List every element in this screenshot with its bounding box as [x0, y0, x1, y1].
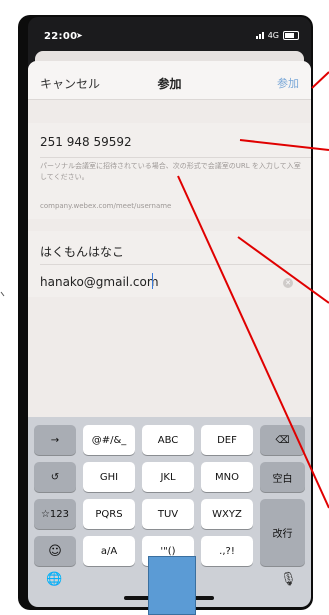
key-symbols[interactable]: @#/&_	[83, 425, 135, 455]
meeting-hint: パーソナル会議室に招待されている場合、次の形式で会議室のURL を入力して入室し…	[40, 162, 301, 181]
key-case[interactable]: a/A	[83, 536, 135, 566]
meeting-number-section: 251 948 59592 パーソナル会議室に招待されている場合、次の形式で会議…	[28, 123, 311, 219]
battery-icon	[283, 31, 299, 40]
signal-icon	[255, 32, 264, 39]
network-label: 4G	[267, 31, 279, 40]
status-time: 22:00	[44, 31, 78, 42]
key-emoji[interactable]: ☺	[34, 536, 76, 566]
divider	[40, 157, 311, 158]
key-numbers[interactable]: ☆123	[34, 499, 76, 529]
key-undo[interactable]: ↺	[34, 462, 76, 492]
phone-screen: 22:00 ➤ 4G キャンセル 参加 参加 251 948 59592 パーソ…	[28, 17, 311, 607]
meeting-number-input[interactable]: 251 948 59592	[40, 135, 132, 149]
phone-frame: 22:00 ➤ 4G キャンセル 参加 参加 251 948 59592 パーソ…	[18, 15, 313, 610]
key-space[interactable]: 空白	[260, 462, 305, 492]
join-button[interactable]: 参加	[277, 75, 299, 91]
key-return[interactable]: 改行	[260, 499, 305, 566]
page-title: 参加	[157, 77, 182, 91]
key-wxyz[interactable]: WXYZ	[201, 499, 253, 529]
url-format-hint: company.webex.com/meet/username	[40, 202, 172, 210]
email-input[interactable]: hanako@gmail.com	[40, 275, 159, 289]
divider	[40, 264, 311, 265]
key-mno[interactable]: MNO	[201, 462, 253, 492]
key-next[interactable]: →	[34, 425, 76, 455]
name-input[interactable]: はくもんはなこ	[40, 243, 124, 260]
microphone-icon[interactable]: 🎙	[280, 572, 297, 587]
user-info-section: はくもんはなこ hanako@gmail.com ✕	[28, 231, 311, 297]
key-abc[interactable]: ABC	[142, 425, 194, 455]
status-indicators: 4G	[255, 31, 299, 40]
text-cursor	[152, 273, 153, 289]
arrow-to-join	[311, 71, 329, 89]
globe-icon[interactable]: 🌐	[46, 572, 62, 587]
key-pqrs[interactable]: PQRS	[83, 499, 135, 529]
join-meeting-sheet: キャンセル 参加 参加 251 948 59592 パーソナル会議室に招待されて…	[28, 61, 311, 417]
location-icon: ➤	[76, 31, 83, 40]
redaction-box	[148, 556, 196, 615]
left-tick	[0, 291, 5, 297]
key-jkl[interactable]: JKL	[142, 462, 194, 492]
key-backspace[interactable]: ⌫	[260, 425, 305, 455]
key-ghi[interactable]: GHI	[83, 462, 135, 492]
key-def[interactable]: DEF	[201, 425, 253, 455]
key-tuv[interactable]: TUV	[142, 499, 194, 529]
clear-icon[interactable]: ✕	[283, 278, 293, 288]
key-punctuation[interactable]: .,?!	[201, 536, 253, 566]
nav-bar: キャンセル 参加 参加	[28, 61, 311, 100]
